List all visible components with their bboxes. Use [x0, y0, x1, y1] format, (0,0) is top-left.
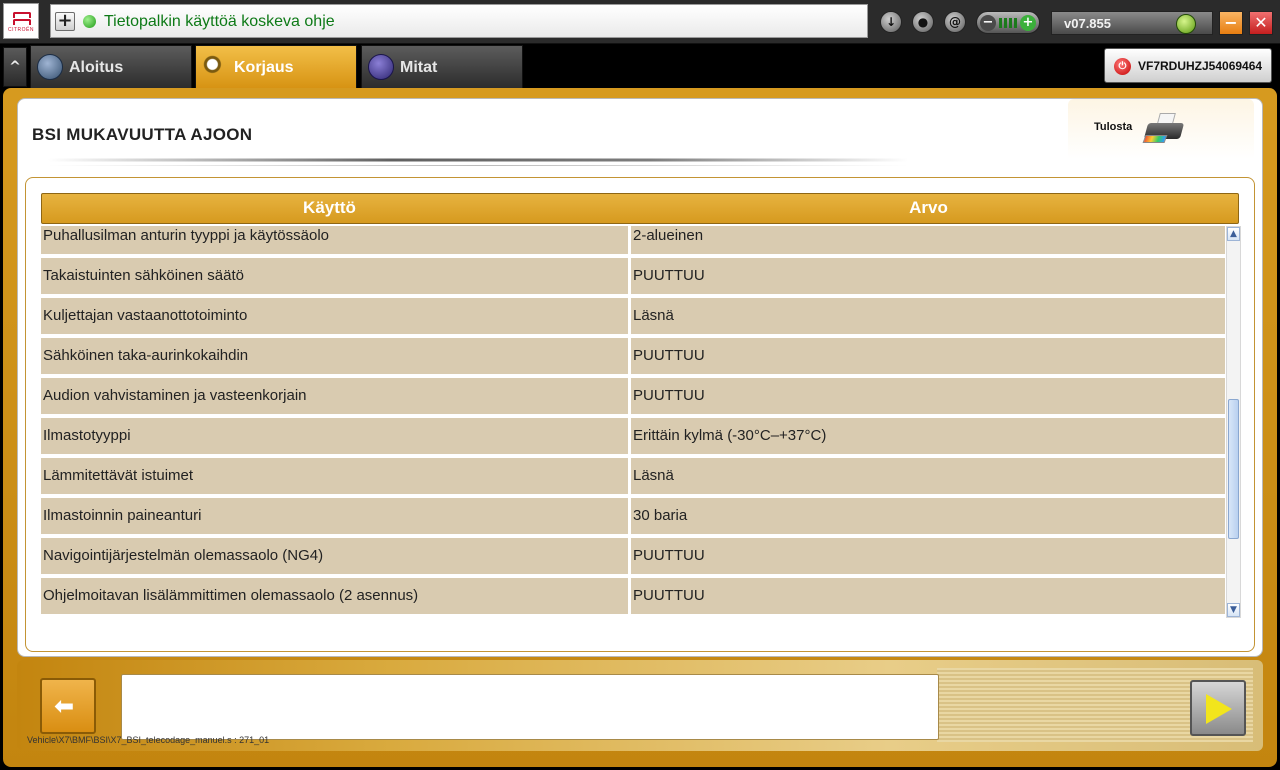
- arrow-left-icon: ⬅: [54, 692, 75, 720]
- back-button[interactable]: ⬅: [40, 678, 96, 734]
- power-icon: ⏻: [1114, 58, 1131, 75]
- brand-wordmark: CITROËN: [8, 27, 34, 33]
- title-divider: [48, 158, 908, 162]
- main-frame: BSI MUKAVUUTTA AJOON Tulosta Käyttö Arvo…: [3, 88, 1277, 767]
- table-row[interactable]: Lämmitettävät istuimet Läsnä: [41, 458, 1225, 494]
- tab-label: Korjaus: [234, 59, 294, 76]
- volume-level-icon: [999, 18, 1017, 28]
- help-bar[interactable]: + Tietopalkin käyttöä koskeva ohje: [50, 4, 868, 38]
- parameters-table: Käyttö Arvo Puhallusilman anturin tyyppi…: [25, 177, 1255, 652]
- collapse-tabs-button[interactable]: ^: [3, 47, 27, 87]
- row-value: PUUTTUU: [631, 578, 1225, 614]
- top-bar: CITROËN + Tietopalkin käyttöä koskeva oh…: [0, 0, 1280, 44]
- row-name: Ilmastotyyppi: [41, 418, 628, 454]
- home-dial-icon: [37, 54, 63, 80]
- row-name: Ohjelmoitavan lisälämmittimen olemassaol…: [41, 578, 628, 614]
- download-icon[interactable]: ↓: [880, 11, 902, 33]
- vin-button[interactable]: ⏻ VF7RDUHZJ54069464: [1104, 48, 1272, 83]
- table-row[interactable]: Sähköinen taka-aurinkokaihdin PUUTTUU: [41, 338, 1225, 374]
- message-box: [121, 674, 939, 740]
- row-value: PUUTTUU: [631, 258, 1225, 294]
- tab-aloitus[interactable]: Aloitus: [30, 45, 192, 88]
- title-divider-shadow: [48, 165, 908, 166]
- volume-control[interactable]: − +: [976, 11, 1040, 34]
- column-header-kaytto: Käyttö: [303, 198, 356, 217]
- at-icon[interactable]: @: [944, 11, 966, 33]
- row-name: Lämmitettävät istuimet: [41, 458, 628, 494]
- bottom-bar: ⬅ Vehicle\X7\BMF\BSI\X7_BSI_telecodage_m…: [17, 660, 1263, 751]
- status-green-icon: [83, 15, 96, 28]
- brand-logo[interactable]: CITROËN: [3, 3, 39, 39]
- row-name: Audion vahvistaminen ja vasteenkorjain: [41, 378, 628, 414]
- row-name: Puhallusilman anturin tyyppi ja käytössä…: [41, 226, 628, 254]
- content-panel: BSI MUKAVUUTTA AJOON Tulosta Käyttö Arvo…: [17, 98, 1263, 657]
- row-name: Navigointijärjestelmän olemassaolo (NG4): [41, 538, 628, 574]
- table-body: Puhallusilman anturin tyyppi ja käytössä…: [41, 226, 1225, 616]
- row-name: Takaistuinten sähköinen säätö: [41, 258, 628, 294]
- column-header-arvo: Arvo: [909, 198, 948, 217]
- table-header: Käyttö Arvo: [41, 193, 1239, 224]
- table-row[interactable]: Audion vahvistaminen ja vasteenkorjain P…: [41, 378, 1225, 414]
- table-row[interactable]: Ilmastoinnin paineanturi 30 baria: [41, 498, 1225, 534]
- scroll-thumb[interactable]: [1228, 399, 1239, 539]
- print-label: Tulosta: [1094, 121, 1133, 133]
- row-value: 2-alueinen: [631, 226, 1225, 254]
- table-row[interactable]: Kuljettajan vastaanottotoiminto Läsnä: [41, 298, 1225, 334]
- table-row[interactable]: Navigointijärjestelmän olemassaolo (NG4)…: [41, 538, 1225, 574]
- row-value: Läsnä: [631, 458, 1225, 494]
- printer-icon: [1142, 111, 1186, 145]
- connection-status-icon[interactable]: [1176, 14, 1196, 34]
- version-text: v07.855: [1064, 16, 1111, 31]
- volume-down-button[interactable]: −: [980, 15, 996, 31]
- user-icon[interactable]: ●: [912, 11, 934, 33]
- tab-mitat[interactable]: Mitat: [361, 45, 523, 88]
- chevron-logo-mark: [13, 12, 31, 18]
- help-text: Tietopalkin käyttöä koskeva ohje: [104, 13, 335, 30]
- tab-label: Aloitus: [69, 59, 124, 76]
- row-value: PUUTTUU: [631, 338, 1225, 374]
- scroll-up-button[interactable]: ▲: [1227, 227, 1240, 241]
- page-title: BSI MUKAVUUTTA AJOON: [32, 125, 253, 144]
- row-value: Erittäin kylmä (-30°C–+37°C): [631, 418, 1225, 454]
- row-value: PUUTTUU: [631, 378, 1225, 414]
- waveform-icon: [368, 54, 394, 80]
- tab-korjaus[interactable]: Korjaus: [195, 45, 357, 88]
- table-row[interactable]: Takaistuinten sähköinen säätö PUUTTUU: [41, 258, 1225, 294]
- row-name: Kuljettajan vastaanottotoiminto: [41, 298, 628, 334]
- table-row[interactable]: Ilmastotyyppi Erittäin kylmä (-30°C–+37°…: [41, 418, 1225, 454]
- tab-label: Mitat: [400, 59, 438, 76]
- row-value: Läsnä: [631, 298, 1225, 334]
- expand-help-button[interactable]: +: [55, 12, 75, 31]
- close-button[interactable]: ✕: [1249, 11, 1273, 35]
- magnifier-icon: [202, 54, 228, 80]
- table-row[interactable]: Puhallusilman anturin tyyppi ja käytössä…: [41, 226, 1225, 254]
- play-arrow-icon: [1206, 694, 1232, 724]
- version-indicator: v07.855: [1051, 11, 1213, 35]
- row-value: 30 baria: [631, 498, 1225, 534]
- chevron-logo-mark: [13, 19, 31, 25]
- script-path: Vehicle\X7\BMF\BSI\X7_BSI_telecodage_man…: [27, 735, 270, 745]
- row-name: Ilmastoinnin paineanturi: [41, 498, 628, 534]
- table-row[interactable]: Ohjelmoitavan lisälämmittimen olemassaol…: [41, 578, 1225, 614]
- row-value: PUUTTUU: [631, 538, 1225, 574]
- vin-text: VF7RDUHZJ54069464: [1138, 59, 1263, 73]
- volume-up-button[interactable]: +: [1020, 15, 1036, 31]
- minimize-button[interactable]: −: [1219, 11, 1243, 35]
- scroll-down-button[interactable]: ▼: [1227, 603, 1240, 617]
- vertical-scrollbar[interactable]: ▲ ▼: [1226, 226, 1241, 618]
- row-name: Sähköinen taka-aurinkokaihdin: [41, 338, 628, 374]
- tab-row: ^ Aloitus Korjaus Mitat ⏻ VF7RDUHZJ54069…: [0, 44, 1280, 88]
- print-button[interactable]: Tulosta: [1068, 99, 1254, 159]
- next-button[interactable]: [1190, 680, 1246, 736]
